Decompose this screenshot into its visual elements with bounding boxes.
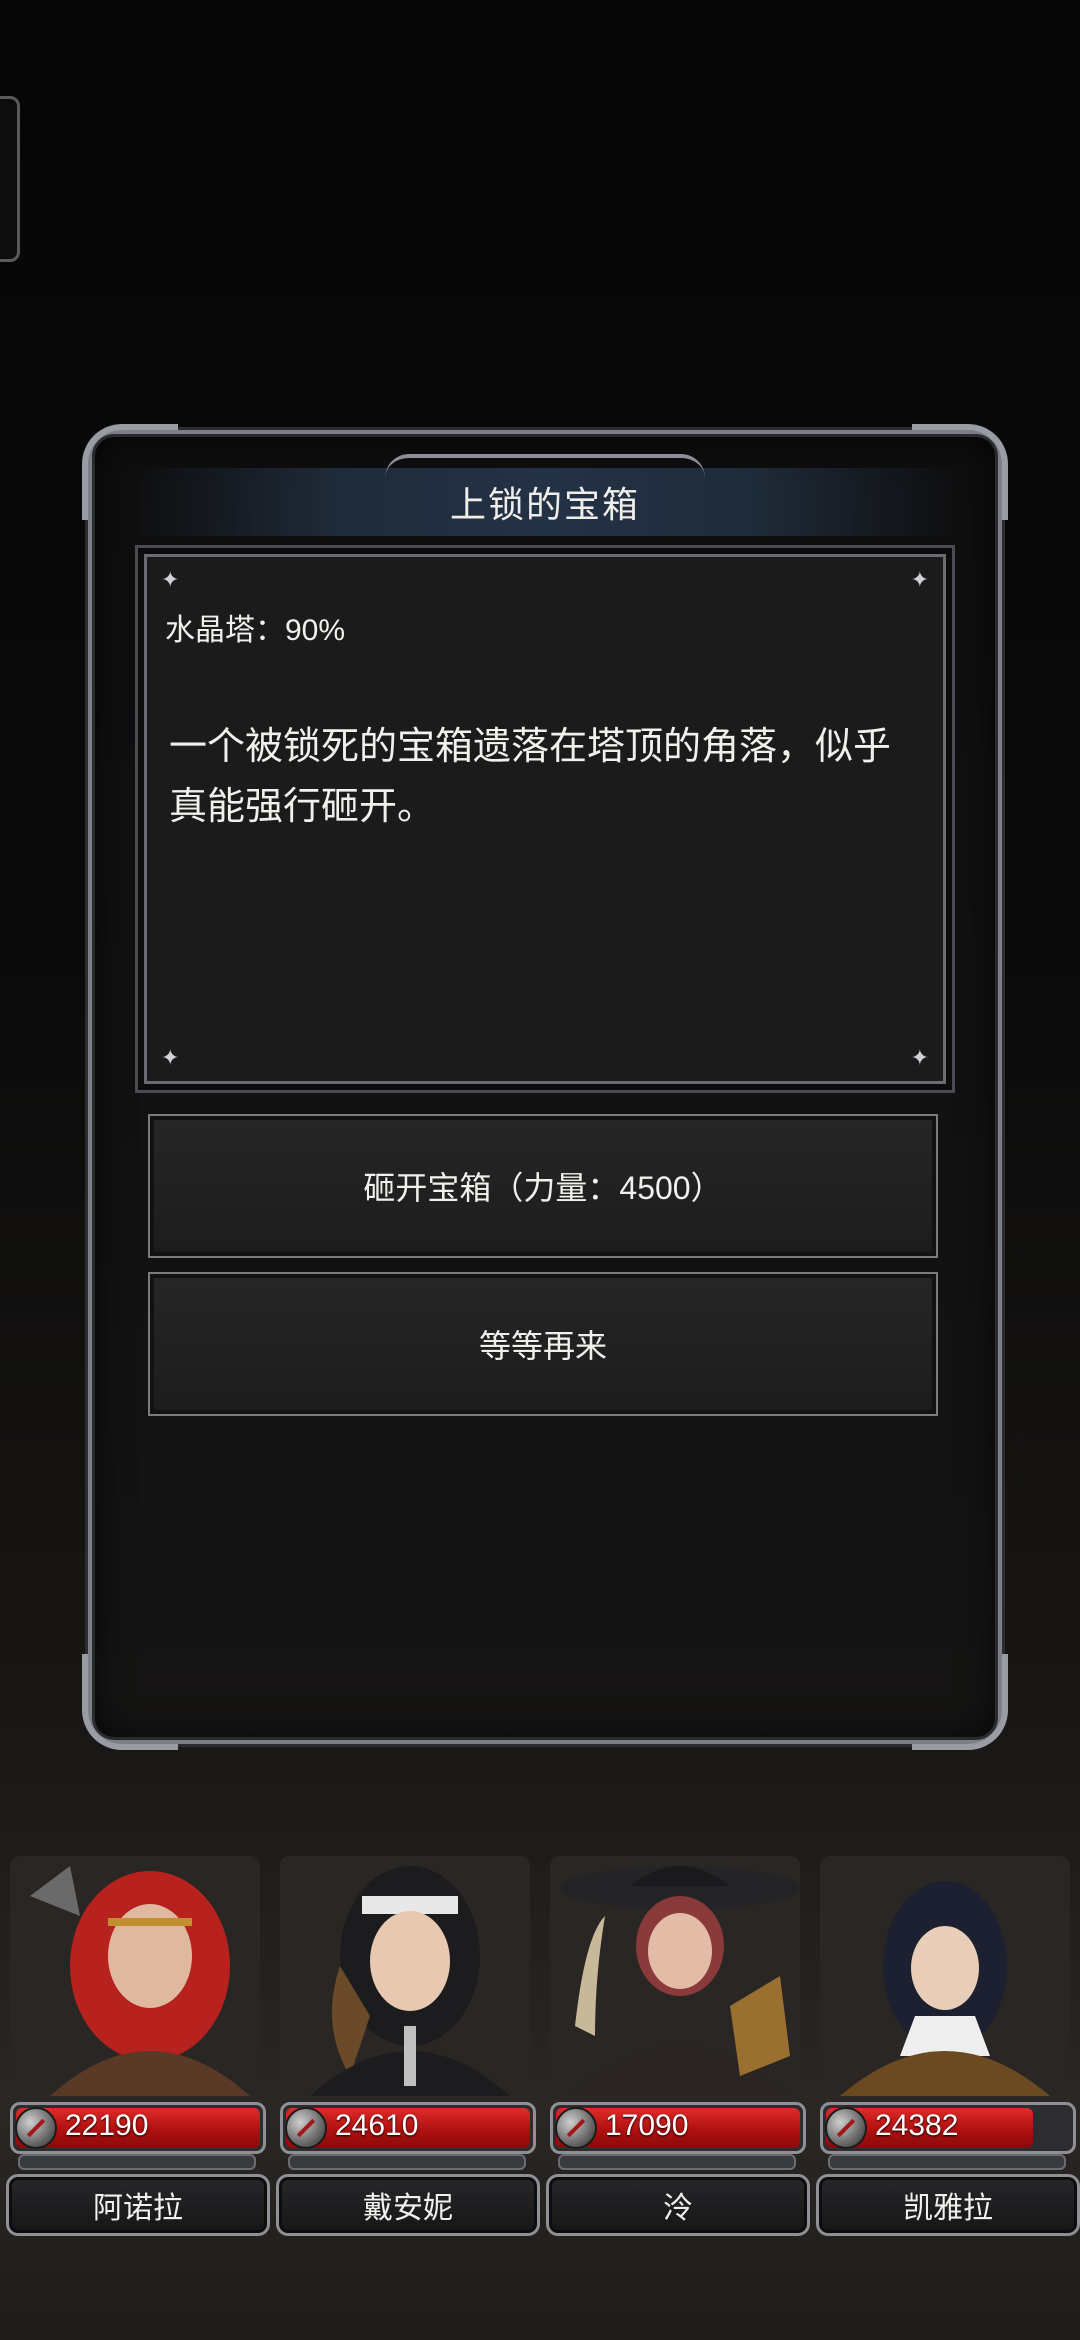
tower-progress: 水晶塔：90% xyxy=(165,614,346,647)
hero-card[interactable]: 17090 泠 xyxy=(540,1840,810,2240)
hp-value: 24610 xyxy=(335,2109,419,2142)
hp-bar: 24610 xyxy=(280,2102,536,2154)
energy-bar xyxy=(558,2154,796,2170)
hero-portrait xyxy=(10,1856,260,2096)
energy-bar xyxy=(288,2154,526,2170)
dialog-title-bar: 上锁的宝箱 xyxy=(132,454,958,536)
hero-name: 凯雅拉 xyxy=(816,2174,1080,2236)
energy-bar xyxy=(18,2154,256,2170)
shield-sword-icon xyxy=(285,2107,327,2149)
title-ornament xyxy=(385,454,705,478)
wait-later-button[interactable]: 等等再来 xyxy=(148,1272,938,1416)
sparkle-icon: ✦ xyxy=(910,567,929,592)
hp-value: 22190 xyxy=(65,2109,149,2142)
frame-corner-ornament xyxy=(82,1654,178,1750)
hero-portrait xyxy=(820,1856,1070,2096)
hero-card[interactable]: 24610 戴安妮 xyxy=(270,1840,540,2240)
hero-name: 泠 xyxy=(546,2174,810,2236)
hp-value: 24382 xyxy=(875,2109,959,2142)
description-panel: ✦ ✦ ✦ ✦ 水晶塔：90% 一个被锁死的宝箱遗落在塔顶的角落，似乎真能强行砸… xyxy=(144,554,946,1084)
hp-bar: 22190 xyxy=(10,2102,266,2154)
event-description: 一个被锁死的宝箱遗落在塔顶的角落，似乎真能强行砸开。 xyxy=(169,726,892,828)
shield-sword-icon xyxy=(825,2107,867,2149)
party-bar: 22190 阿诺拉 24610 戴安妮 17090 泠 24382 凯雅拉 xyxy=(0,1840,1080,2240)
event-dialog: 上锁的宝箱 ✦ ✦ ✦ ✦ 水晶塔：90% 一个被锁死的宝箱遗落在塔顶的角落，似… xyxy=(82,424,1008,1750)
dialog-title: 上锁的宝箱 xyxy=(449,484,640,525)
hp-value: 17090 xyxy=(605,2109,689,2142)
hero-card[interactable]: 24382 凯雅拉 xyxy=(810,1840,1080,2240)
hero-portrait xyxy=(550,1856,800,2096)
sparkle-icon: ✦ xyxy=(161,567,180,592)
hero-card[interactable]: 22190 阿诺拉 xyxy=(0,1840,270,2240)
hero-name: 阿诺拉 xyxy=(6,2174,270,2236)
sparkle-icon: ✦ xyxy=(910,1045,929,1070)
shield-sword-icon xyxy=(555,2107,597,2149)
hero-name: 戴安妮 xyxy=(276,2174,540,2236)
hp-bar: 24382 xyxy=(820,2102,1076,2154)
smash-chest-button[interactable]: 砸开宝箱（力量：4500） xyxy=(148,1114,938,1258)
shield-sword-icon xyxy=(15,2107,57,2149)
side-menu-tab[interactable] xyxy=(0,96,20,262)
sparkle-icon: ✦ xyxy=(161,1045,180,1070)
energy-bar xyxy=(828,2154,1066,2170)
hero-portrait xyxy=(280,1856,530,2096)
frame-corner-ornament xyxy=(912,1654,1008,1750)
hp-bar: 17090 xyxy=(550,2102,806,2154)
